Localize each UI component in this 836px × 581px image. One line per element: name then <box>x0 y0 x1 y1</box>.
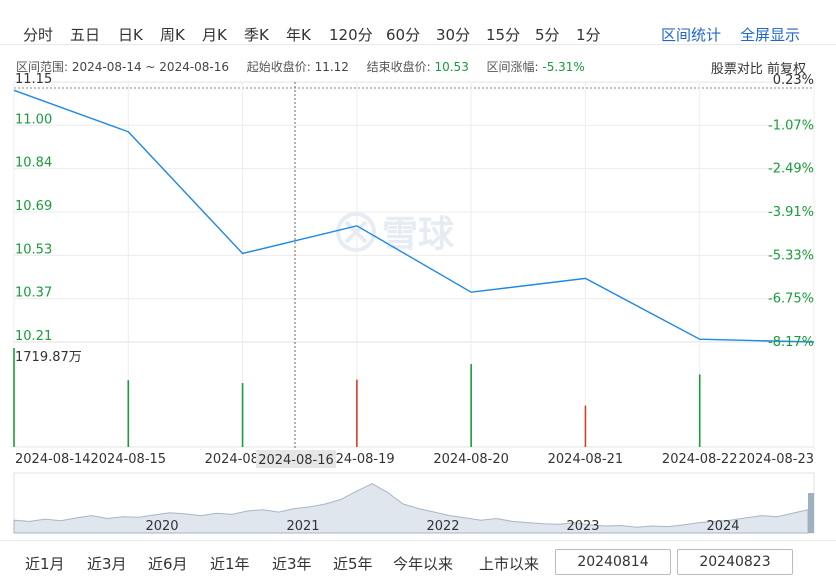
y-tick-right: -1.07% <box>768 118 814 133</box>
volume-bar <box>356 380 358 447</box>
x-tick-label: 2024-08-14 <box>15 452 91 467</box>
overview-year-label: 2020 <box>145 519 178 534</box>
watermark-text: 雪球 <box>382 214 455 255</box>
x-tick-label: 2024-08-20 <box>433 452 509 467</box>
y-tick-right: -6.75% <box>768 292 814 307</box>
overview-year-label: 2024 <box>706 519 739 534</box>
volume-bar <box>127 380 129 447</box>
range-5y[interactable]: 近5年 <box>333 553 373 574</box>
y-tick-left: 10.37 <box>15 286 52 301</box>
overview-year-label: 2023 <box>566 519 599 534</box>
y-tick-right: -2.49% <box>768 162 814 177</box>
range-6m[interactable]: 近6月 <box>148 553 188 574</box>
range-1y[interactable]: 近1年 <box>210 553 250 574</box>
range-1m[interactable]: 近1月 <box>25 553 65 574</box>
overview-year-label: 2021 <box>286 519 319 534</box>
grid <box>14 82 814 447</box>
y-tick-left: 10.69 <box>15 199 52 214</box>
volume-max-label: 1719.87万 <box>15 350 82 365</box>
range-all[interactable]: 上市以来 <box>479 553 539 574</box>
overview-year-label: 2022 <box>426 519 459 534</box>
price-chart: 雪球 11.15 0.23% 11.00 -1.07% 10.84 -2.49% 10.69… <box>0 0 836 540</box>
volume-bar <box>470 364 472 447</box>
x-tick-label: 2024-08-15 <box>91 452 167 467</box>
y-tick-right: 0.23% <box>773 73 814 88</box>
y-tick-right: -8.17% <box>768 335 814 350</box>
y-tick-left: 10.84 <box>15 156 52 171</box>
x-axis-labels: 2024-08-142024-08-152024-082024-08-19202… <box>15 452 814 467</box>
plot-frame <box>14 82 814 447</box>
range-bar: 近1月 近3月 近6月 近1年 近3年 近5年 今年以来 上市以来 202408… <box>0 540 836 581</box>
y-axis-labels: 11.15 0.23% 11.00 -1.07% 10.84 -2.49% 10.69 -3.… <box>15 72 814 350</box>
x-tick-label: 2024-08-21 <box>548 452 624 467</box>
range-ytd[interactable]: 今年以来 <box>393 553 453 574</box>
volume-bar <box>699 374 701 447</box>
y-tick-right: -5.33% <box>768 248 814 263</box>
crosshair-date-label: 2024-08-16 <box>258 453 334 468</box>
overview-navigator[interactable]: 2020 2021 2022 2023 2024 <box>14 473 814 534</box>
y-tick-right: -3.91% <box>768 205 814 220</box>
y-tick-left: 11.15 <box>15 72 52 87</box>
volume-bar <box>242 383 244 447</box>
start-date-input[interactable]: 20240814 <box>555 549 671 575</box>
volume-bar <box>585 406 587 447</box>
overview-handle[interactable] <box>808 493 814 533</box>
range-3m[interactable]: 近3月 <box>87 553 127 574</box>
y-tick-left: 10.21 <box>15 329 52 344</box>
x-tick-label: 2024-08-22 <box>662 452 738 467</box>
x-tick-label: 2024-08 <box>205 452 259 467</box>
y-tick-left: 11.00 <box>15 112 52 127</box>
x-tick-label: 2024-08-23 <box>738 452 814 467</box>
end-date-input[interactable]: 20240823 <box>677 549 793 575</box>
range-3y[interactable]: 近3年 <box>272 553 312 574</box>
y-tick-left: 10.53 <box>15 242 52 257</box>
